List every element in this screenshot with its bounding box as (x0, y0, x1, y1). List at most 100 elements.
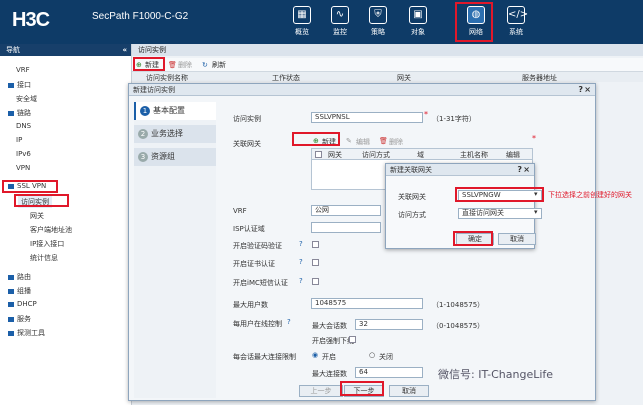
folder-icon (8, 274, 14, 280)
sidebar-item-label: 统计信息 (30, 254, 58, 262)
table-header: 访问实例名称 工作状态 网关 服务器地址 (132, 72, 643, 82)
sidebar-item-label: VRF (16, 66, 30, 74)
folder-icon (8, 316, 14, 322)
required-mark: * (424, 110, 428, 119)
sidebar-item[interactable]: 探测工具 (8, 328, 45, 338)
imc-checkbox[interactable] (312, 278, 319, 285)
annotation-text: 下拉选择之前创建好的网关 (548, 191, 632, 199)
overview-icon: ▦ (293, 6, 311, 24)
gateway-label: 关联网关 (233, 140, 261, 148)
step-basic-config[interactable]: 1 基本配置 (134, 102, 216, 120)
step-label: 业务选择 (151, 129, 183, 138)
sidebar-item[interactable]: IP (16, 136, 22, 144)
product-name: SecPath F1000-C-G2 (92, 11, 189, 22)
cert-label: 开启证书认证 (233, 260, 275, 268)
delete-button[interactable]: 删除 (178, 60, 192, 70)
prev-button[interactable]: 上一步 (299, 385, 343, 397)
radio-on[interactable]: ◉ (312, 351, 318, 359)
close-icon[interactable]: × (584, 84, 591, 96)
max-users-input[interactable]: 1048575 (311, 298, 423, 309)
dialog-title: 新建访问实例 ? × (129, 84, 595, 96)
nav-code[interactable]: </> 系统 (496, 4, 536, 37)
step-label: 资源组 (151, 152, 175, 161)
sidebar-item[interactable]: 客户端地址池 (30, 225, 72, 235)
folder-icon (8, 330, 14, 336)
sidebar-item-label: 接口 (17, 81, 31, 89)
close-icon[interactable]: × (523, 164, 530, 176)
sidebar-item[interactable]: 组播 (8, 286, 31, 296)
sidebar-item[interactable]: DHCP (8, 300, 37, 308)
required-mark: * (532, 134, 536, 143)
step-number: 3 (138, 152, 148, 162)
chevron-down-icon[interactable]: ▾ (534, 208, 538, 216)
column-header: 域 (417, 151, 424, 159)
vrf-select[interactable]: 公网 (311, 205, 381, 216)
sidebar-item[interactable]: 统计信息 (30, 253, 58, 263)
force-offline-label: 开启强制下线 (312, 337, 354, 345)
sidebar-item[interactable]: VPN (16, 164, 30, 172)
max-conn-input[interactable]: 64 (355, 367, 423, 378)
nav-object[interactable]: ▣ 对象 (398, 4, 438, 37)
sidebar-item[interactable]: 路由 (8, 272, 31, 282)
per-session-label: 每会话最大连接限制 (233, 353, 296, 361)
captcha-checkbox[interactable] (312, 241, 319, 248)
column-header: 访问方式 (362, 151, 390, 159)
radio-off-label: 关闭 (379, 353, 393, 361)
monitor-icon: ∿ (331, 6, 349, 24)
sidebar-item[interactable]: 网关 (30, 211, 44, 221)
vrf-label: VRF (233, 207, 247, 215)
cancel-button[interactable]: 取消 (389, 385, 429, 397)
radio-on-label: 开启 (322, 353, 336, 361)
cert-checkbox[interactable] (312, 259, 319, 266)
sidebar-item-label: 客户端地址池 (30, 226, 72, 234)
column-header: 服务器地址 (522, 74, 557, 82)
step-number: 2 (138, 129, 148, 139)
nav-shield[interactable]: ⛨ 策略 (358, 4, 398, 37)
sidebar-item[interactable]: VRF (16, 66, 30, 74)
refresh-button[interactable]: 刷新 (212, 60, 226, 70)
folder-icon (8, 82, 14, 88)
cancel-button[interactable]: 取消 (498, 233, 536, 245)
step-service-select[interactable]: 2 业务选择 (134, 125, 216, 143)
sidebar-item[interactable]: IP接入接口 (30, 239, 64, 249)
collapse-icon[interactable]: « (122, 44, 127, 56)
help-icon[interactable]: ? (578, 84, 583, 96)
nav-label: 监控 (333, 28, 347, 36)
code-icon: </> (507, 6, 528, 24)
select-all-checkbox[interactable] (315, 151, 322, 158)
nav-overview[interactable]: ▦ 概览 (282, 4, 322, 37)
tab-access-instance[interactable]: 访问实例 (132, 44, 643, 56)
sidebar-item-label: 组播 (17, 287, 31, 295)
sidebar-item[interactable]: 接口 (8, 80, 31, 90)
sidebar-item[interactable]: DNS (16, 122, 31, 130)
watermark: 微信号: IT-ChangeLife (438, 368, 554, 381)
gateway-edit-button[interactable]: 编辑 (356, 137, 370, 147)
gateway-delete-button[interactable]: 删除 (389, 137, 403, 147)
sidebar-item-label: IP接入接口 (30, 240, 65, 248)
force-offline-checkbox[interactable] (349, 336, 356, 343)
instance-input[interactable]: SSLVPNSL (311, 112, 423, 123)
nav-label: 策略 (371, 28, 385, 36)
nav-monitor[interactable]: ∿ 监控 (320, 4, 360, 37)
sidebar-item-label: DNS (16, 122, 32, 130)
isp-input[interactable] (311, 222, 381, 233)
radio-off[interactable]: ○ (369, 351, 375, 359)
sidebar-item[interactable]: IPv6 (16, 150, 31, 158)
help-icon: ? (299, 240, 303, 248)
sidebar-item[interactable]: 服务 (8, 314, 31, 324)
folder-icon (8, 288, 14, 294)
access-select[interactable]: 直接访问网关 (458, 208, 542, 219)
sidebar-item-label: IP (16, 136, 23, 144)
sidebar-item[interactable]: 链路 (8, 108, 31, 118)
sidebar-item[interactable]: 安全域 (16, 94, 37, 104)
gateway-table-header: 网关 访问方式 域 主机名称 编辑 (312, 149, 532, 160)
help-icon: ? (299, 258, 303, 266)
subdialog-title-text: 新建关联网关 (390, 166, 432, 174)
max-sessions-input[interactable]: 32 (355, 319, 423, 330)
help-icon: ? (287, 318, 291, 326)
step-resource-group[interactable]: 3 资源组 (134, 148, 216, 166)
help-icon[interactable]: ? (517, 164, 522, 176)
column-header: 网关 (397, 74, 411, 82)
highlight-gateway-select (455, 187, 544, 202)
column-header: 工作状态 (272, 74, 300, 82)
